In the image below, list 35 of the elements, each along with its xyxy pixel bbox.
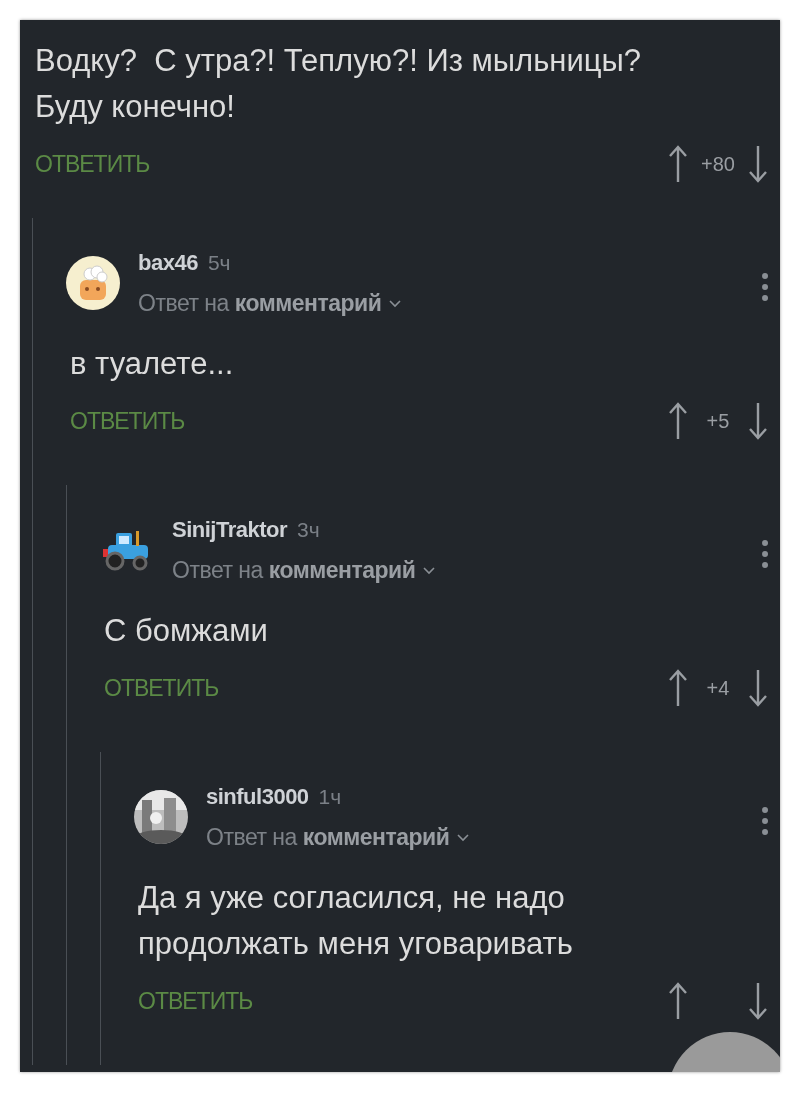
score: +4 <box>705 676 731 700</box>
reply-to-link[interactable]: Ответ на комментарий <box>172 557 416 584</box>
score: +80 <box>700 152 736 176</box>
downvote-icon[interactable] <box>748 402 768 440</box>
more-icon[interactable] <box>762 806 768 836</box>
more-icon[interactable] <box>762 539 768 569</box>
downvote-icon[interactable] <box>748 982 768 1020</box>
reply-button[interactable]: ОТВЕТИТЬ <box>138 987 253 1015</box>
more-icon[interactable] <box>762 272 768 302</box>
username[interactable]: SinijTraktor <box>172 517 288 543</box>
reply-button[interactable]: ОТВЕТИТЬ <box>104 674 219 702</box>
chevron-down-icon[interactable] <box>389 299 402 308</box>
reply-button[interactable]: ОТВЕТИТЬ <box>70 407 185 435</box>
comment-text: Да я уже согласился, не надо продолжать меня уговаривать <box>138 879 574 963</box>
upvote-icon[interactable] <box>668 669 688 707</box>
comment-text: С бомжами <box>104 612 269 650</box>
reply-to-link[interactable]: Ответ на комментарий <box>138 290 382 317</box>
username[interactable]: bax46 <box>138 250 198 276</box>
username[interactable]: sinful3000 <box>206 784 309 810</box>
avatar-icon <box>66 256 120 310</box>
timestamp: 5ч <box>207 251 231 275</box>
upvote-icon[interactable] <box>668 402 688 440</box>
timestamp: 1ч <box>318 785 342 809</box>
reply-to-link[interactable]: Ответ на комментарий <box>206 824 450 851</box>
reply-button[interactable]: ОТВЕТИТЬ <box>35 150 150 178</box>
downvote-icon[interactable] <box>748 145 768 183</box>
upvote-icon[interactable] <box>668 982 688 1020</box>
comment-text: в туалете... <box>70 345 235 383</box>
chevron-down-icon[interactable] <box>423 566 436 575</box>
timestamp: 3ч <box>297 518 320 542</box>
chevron-down-icon[interactable] <box>457 833 470 842</box>
comment-text: Водку? С утра?! Теплую?! Из мыльницы? Буду конечно! <box>35 42 643 126</box>
downvote-icon[interactable] <box>748 669 768 707</box>
upvote-icon[interactable] <box>668 145 688 183</box>
score: +5 <box>705 409 731 433</box>
